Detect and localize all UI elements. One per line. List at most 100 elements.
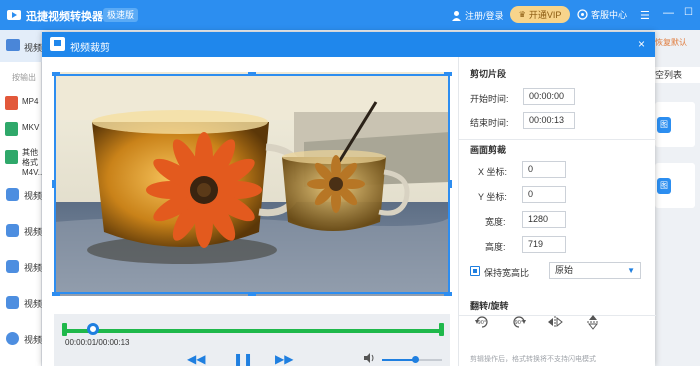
video-icon [6, 39, 20, 51]
crop-handle[interactable] [52, 72, 60, 76]
sidebar-item-label: 视频 [24, 227, 42, 237]
sidebar-item-label: 视频 [24, 43, 42, 53]
video-tool-icon [6, 224, 19, 237]
video-tool-icon [6, 296, 19, 309]
divider [459, 139, 656, 140]
mkv-icon [5, 122, 18, 136]
format-item-other[interactable]: 其他格式 M4V... [5, 146, 42, 177]
rotate-left-icon[interactable]: 90° [474, 314, 490, 330]
edition-badge: 极速版 [103, 8, 139, 22]
crown-icon: ♛ [518, 10, 526, 19]
end-time-label: 结束时间: [470, 118, 509, 128]
maximize-icon[interactable]: ☐ [684, 7, 693, 18]
user-icon [452, 10, 461, 21]
aspect-ratio-value: 原始 [555, 265, 574, 275]
crop-handle[interactable] [248, 72, 256, 76]
chevron-down-icon: ▼ [627, 266, 635, 275]
vip-button[interactable]: ♛ 开通VIP [510, 6, 570, 23]
rotate-right-icon[interactable]: 90° [511, 314, 527, 330]
crop-dialog-icon [50, 37, 65, 51]
sidebar-item-label: 视频 [24, 191, 42, 201]
clip-section-title: 剪切片段 [470, 69, 507, 79]
crop-selection-frame[interactable] [54, 74, 450, 294]
crop-handle[interactable] [52, 292, 60, 296]
clip-end-handle[interactable] [439, 323, 444, 336]
volume-icon[interactable] [364, 353, 376, 363]
sidebar-item-label: 视频 [24, 263, 42, 273]
volume-knob[interactable] [412, 356, 419, 363]
flip-rotate-title: 翻转/旋转 [470, 301, 509, 311]
file-card: 图 [655, 163, 695, 208]
app-logo-icon [7, 10, 21, 20]
start-time-label: 开始时间: [470, 94, 509, 104]
video-tool-icon [6, 188, 19, 201]
rotate-right-label: 90° [515, 320, 524, 326]
video-crop-dialog: 视频裁剪 × 00:00:01/00:00:13 ◀◀ ❚❚ ▶▶ 剪切片段 开… [42, 32, 656, 366]
keep-ratio-label: 保持宽高比 [484, 268, 530, 278]
file-card: 图 [655, 102, 695, 147]
seek-knob[interactable] [87, 323, 100, 335]
crop-handle[interactable] [448, 180, 452, 188]
crop-handle[interactable] [52, 180, 56, 188]
mp4-icon [5, 96, 18, 110]
fast-forward-icon[interactable]: ▶▶ [275, 352, 293, 366]
video-tool-icon [6, 332, 19, 345]
sidebar-item[interactable]: 视频 [6, 257, 42, 277]
format-item-mp4[interactable]: MP4 [5, 92, 42, 116]
video-tool-icon [6, 260, 19, 273]
pause-icon[interactable]: ❚❚ [233, 352, 253, 366]
y-coordinate-input[interactable]: 0 [522, 186, 566, 203]
file-action-button[interactable]: 图 [657, 178, 671, 194]
playback-time: 00:00:01/00:00:13 [65, 338, 130, 347]
menu-icon[interactable]: ☰ [640, 9, 650, 22]
lightning-mode-note: 剪辑操作后，格式转换将不支持闪电模式 [470, 356, 596, 363]
clip-range-track[interactable] [64, 329, 442, 333]
sidebar-item[interactable]: 视频 [6, 293, 42, 313]
sidebar-item-video-convert[interactable]: 视频 [0, 30, 42, 62]
app-header: 迅捷视频转换器 极速版 注册/登录 ♛ 开通VIP 客服中心 ☰ — ☐ [0, 0, 700, 30]
width-input[interactable]: 1280 [522, 211, 566, 228]
end-time-input[interactable]: 00:00:13 [523, 112, 575, 129]
login-button[interactable]: 注册/登录 [451, 8, 504, 22]
file-list-strip: 恢复默认 空列表 图 图 [655, 30, 700, 366]
crop-handle[interactable] [248, 292, 256, 296]
clip-start-handle[interactable] [62, 323, 67, 336]
service-label: 客服中心 [591, 10, 628, 20]
headset-icon [577, 9, 588, 20]
minimize-icon[interactable]: — [663, 7, 674, 19]
flip-vertical-icon[interactable] [585, 314, 601, 330]
crop-settings-panel: 剪切片段 开始时间: 00:00:00 结束时间: 00:00:13 画面剪裁 … [458, 57, 656, 366]
rotate-left-label: 90° [478, 320, 487, 326]
other-format-icon [5, 150, 18, 164]
height-input[interactable]: 719 [522, 236, 566, 253]
format-item-mkv[interactable]: MKV [5, 118, 42, 142]
clear-list-button[interactable]: 空列表 [655, 67, 700, 83]
sidebar-item-label: 视频 [24, 299, 42, 309]
flip-horizontal-icon[interactable] [547, 314, 563, 330]
width-label: 宽度: [485, 217, 506, 227]
file-action-button[interactable]: 图 [657, 117, 671, 133]
crop-handle[interactable] [444, 72, 452, 76]
service-center-button[interactable]: 客服中心 [577, 8, 627, 21]
keep-ratio-checkbox[interactable] [470, 266, 480, 276]
format-label: MP4 [22, 97, 39, 106]
rewind-icon[interactable]: ◀◀ [187, 352, 205, 366]
crop-handle[interactable] [444, 292, 452, 296]
height-label: 高度: [485, 242, 506, 252]
y-coordinate-label: Y 坐标: [478, 192, 507, 202]
sidebar-item[interactable]: 视频 [6, 221, 42, 241]
restore-default-link[interactable]: 恢复默认 [655, 37, 700, 48]
start-time-input[interactable]: 00:00:00 [523, 88, 575, 105]
login-label: 注册/登录 [465, 10, 504, 21]
close-icon[interactable]: × [638, 37, 645, 51]
sidebar-item[interactable]: 视频 [6, 185, 42, 205]
format-label: 其他格式 M4V... [22, 148, 42, 177]
format-label: MKV [22, 123, 40, 132]
aspect-ratio-select[interactable]: 原始 ▼ [549, 262, 641, 279]
vip-label: 开通VIP [528, 10, 562, 20]
sidebar-item[interactable]: 视频 [6, 329, 42, 349]
volume-level [382, 359, 415, 361]
dialog-title: 视频裁剪 [70, 43, 110, 54]
x-coordinate-input[interactable]: 0 [522, 161, 566, 178]
sidebar-item-label: 视频 [24, 335, 42, 345]
